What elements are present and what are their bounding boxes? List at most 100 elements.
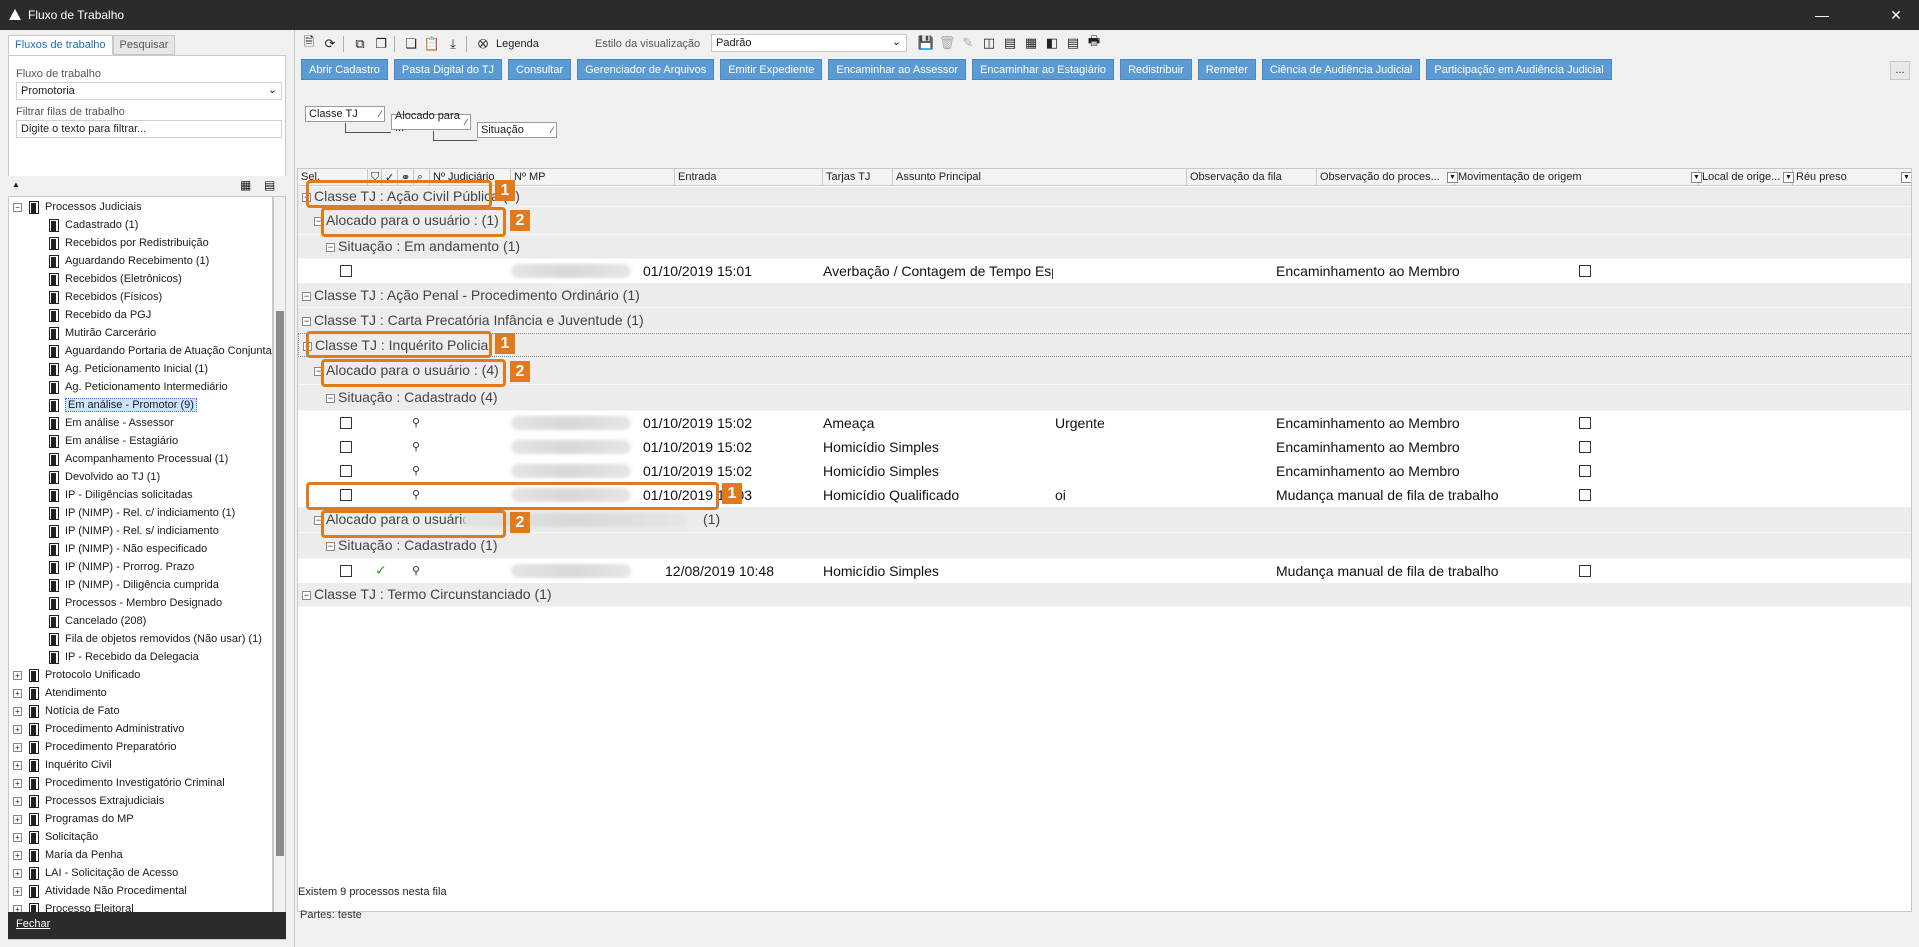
column-header[interactable]: Observação da fila — [1187, 169, 1317, 186]
group-chip-situacao[interactable]: Situação ∕ — [477, 122, 557, 138]
table-row[interactable]: ⚲ 01/10/2019 15:02 Homicídio Simples Encami… — [298, 435, 1911, 459]
action-button[interactable]: Encaminhar ao Estagiário — [972, 59, 1115, 80]
group-row[interactable]: − Situação : Cadastrado (1) — [298, 533, 1911, 559]
tree-root-item[interactable]: + Programas do MP — [13, 810, 134, 828]
tree-item[interactable]: Processos - Membro Designado — [49, 594, 222, 612]
reu-preso-checkbox[interactable] — [1579, 565, 1591, 577]
stack-icon[interactable]: ❏ — [402, 35, 420, 53]
table-row[interactable]: 01/10/2019 15:01 Averbação / Contagem de … — [298, 259, 1911, 283]
collapse-icon[interactable]: − — [302, 591, 311, 600]
export-icon[interactable]: ◫ — [980, 34, 998, 52]
column-header[interactable]: Movimentação de origem — [1455, 169, 1699, 186]
more-button[interactable]: ... — [1890, 61, 1910, 80]
expand-icon[interactable]: + — [13, 688, 22, 698]
reu-preso-checkbox[interactable] — [1579, 465, 1591, 477]
expand-icon[interactable]: + — [13, 850, 22, 860]
tree-root-item[interactable]: + Notícia de Fato — [13, 702, 120, 720]
group-row[interactable]: − Classe TJ : Termo Circunstanciado (1) — [298, 583, 1911, 607]
ungroup-icon[interactable]: ▤ — [1064, 34, 1082, 52]
collapse-tree-icon[interactable]: ▤ — [264, 178, 275, 192]
group-row[interactable]: − Alocado para o usuário : (1) — [298, 507, 1911, 533]
new-doc-icon[interactable]: 🗎 — [300, 34, 318, 53]
tree-item[interactable]: Recebido da PGJ — [49, 306, 151, 324]
action-button[interactable]: Emitir Expediente — [720, 59, 823, 80]
expand-icon[interactable]: + — [13, 832, 22, 842]
column-header[interactable]: Local de orige... — [1699, 169, 1793, 186]
group-row[interactable]: − Classe TJ : Carta Precatória Infância e… — [298, 308, 1911, 333]
action-button[interactable]: Redistribuir — [1120, 59, 1192, 80]
expand-icon[interactable]: + — [13, 670, 22, 680]
close-window-button[interactable]: ✕ — [1873, 0, 1919, 30]
view-style-select[interactable]: Padrão ⌄ — [711, 34, 907, 52]
column-header[interactable]: Nº MP — [511, 169, 675, 186]
delete-icon[interactable]: 🗑 — [938, 34, 956, 52]
select-checkbox[interactable] — [340, 565, 352, 577]
collapse-icon[interactable]: − — [302, 291, 311, 301]
group-chip-classe[interactable]: Classe TJ ∕ — [305, 106, 385, 122]
tree-item[interactable]: Recebidos (Físicos) — [49, 288, 162, 306]
tree-item[interactable]: Ag. Peticionamento Intermediário — [49, 378, 228, 396]
tree-item[interactable]: IP (NIMP) - Rel. c/ indiciamento (1) — [49, 504, 235, 522]
group-row[interactable]: − Situação : Cadastrado (4) — [298, 385, 1911, 411]
action-button[interactable]: Encaminhar ao Assessor — [828, 59, 967, 80]
column-header[interactable]: Observação do proces... — [1317, 169, 1455, 186]
column-header[interactable]: Réu preso — [1793, 169, 1911, 186]
group-icon[interactable]: ◧ — [1043, 34, 1061, 52]
action-button[interactable]: Ciência de Audiência Judicial — [1261, 59, 1421, 80]
tree-item[interactable]: Ag. Peticionamento Inicial (1) — [49, 360, 208, 378]
group-row[interactable]: − Classe TJ : Inquérito Policial (5) — [298, 333, 1911, 357]
select-checkbox[interactable] — [340, 417, 352, 429]
tree-root-item[interactable]: + Procedimento Administrativo — [13, 720, 184, 738]
scrollbar-thumb[interactable] — [276, 311, 284, 856]
tree-item[interactable]: Em análise - Assessor — [49, 414, 174, 432]
tree-root-item[interactable]: + Solicitação — [13, 828, 98, 846]
tree-item[interactable]: IP (NIMP) - Não especificado — [49, 540, 207, 558]
action-button[interactable]: Participação em Audiência Judicial — [1426, 59, 1612, 80]
expand-icon[interactable]: + — [13, 760, 22, 770]
tree-item[interactable]: Em análise - Promotor (9) — [49, 396, 197, 414]
tree-item[interactable]: Devolvido ao TJ (1) — [49, 468, 160, 486]
legend-label[interactable]: Legenda — [496, 38, 539, 50]
legend-icon[interactable]: ⭙ — [474, 35, 492, 53]
filter-dropdown-icon[interactable]: ▼ — [1447, 172, 1458, 183]
tree-item[interactable]: Em análise - Estagiário — [49, 432, 178, 450]
save-icon[interactable]: 💾 — [917, 34, 935, 52]
tree-root-item[interactable]: + Processos Extrajudiciais — [13, 792, 164, 810]
expand-icon[interactable]: + — [13, 706, 22, 716]
tree-item[interactable]: Recebidos (Eletrônicos) — [49, 270, 182, 288]
collapse-icon[interactable]: − — [326, 243, 335, 252]
tree-item[interactable]: Cadastrado (1) — [49, 216, 138, 234]
windows-icon[interactable]: ❐ — [372, 35, 390, 53]
filter-dropdown-icon[interactable]: ▼ — [1691, 172, 1702, 183]
tree-item[interactable]: Aguardando Portaria de Atuação Conjunta — [49, 342, 272, 360]
tree-item[interactable]: Cancelado (208) — [49, 612, 146, 630]
refresh-icon[interactable]: ⟳ — [321, 35, 339, 53]
copy-icon[interactable]: ⧉ — [351, 35, 369, 53]
tree-item[interactable]: IP (NIMP) - Rel. s/ indiciamento — [49, 522, 219, 540]
reu-preso-checkbox[interactable] — [1579, 441, 1591, 453]
tree-root-item[interactable]: + Procedimento Preparatório — [13, 738, 176, 756]
columns-icon[interactable]: ▤ — [1001, 34, 1019, 52]
tree-root-item[interactable]: + Atividade Não Procedimental — [13, 882, 187, 900]
group-row[interactable]: − Classe TJ : Ação Penal - Procedimento O… — [298, 283, 1911, 308]
column-header[interactable]: Tarjas TJ — [823, 169, 893, 186]
tree-root-item[interactable]: + LAI - Solicitação de Acesso — [13, 864, 178, 882]
expand-icon[interactable]: + — [13, 814, 22, 824]
print-icon[interactable]: 🖶 — [1085, 33, 1103, 52]
tree-item[interactable]: Fila de objetos removidos (Não usar) (1) — [49, 630, 262, 648]
select-checkbox[interactable] — [340, 465, 352, 477]
action-button[interactable]: Pasta Digital do TJ — [393, 59, 503, 80]
expand-icon[interactable]: + — [13, 868, 22, 878]
filter-input[interactable]: Digite o texto para filtrar... — [16, 120, 282, 138]
tree-item[interactable]: Mutirão Carcerário — [49, 324, 156, 342]
workflow-select[interactable]: Promotoria ⌄ — [16, 82, 282, 100]
table-row[interactable]: ⚲ 01/10/2019 15:02 Ameaça Urgente Encaminham… — [298, 411, 1911, 435]
group-row[interactable]: − Alocado para o usuário : (4) — [298, 357, 1911, 385]
expand-tree-icon[interactable]: ▦ — [240, 178, 251, 192]
reu-preso-checkbox[interactable] — [1579, 417, 1591, 429]
filter-grid-icon[interactable]: ▦ — [1022, 34, 1040, 52]
column-header[interactable]: Entrada — [675, 169, 823, 186]
action-button[interactable]: Gerenciador de Arquivos — [577, 59, 715, 80]
group-row[interactable]: − Alocado para o usuário : (1) — [298, 207, 1911, 235]
tree-item[interactable]: Aguardando Recebimento (1) — [49, 252, 209, 270]
